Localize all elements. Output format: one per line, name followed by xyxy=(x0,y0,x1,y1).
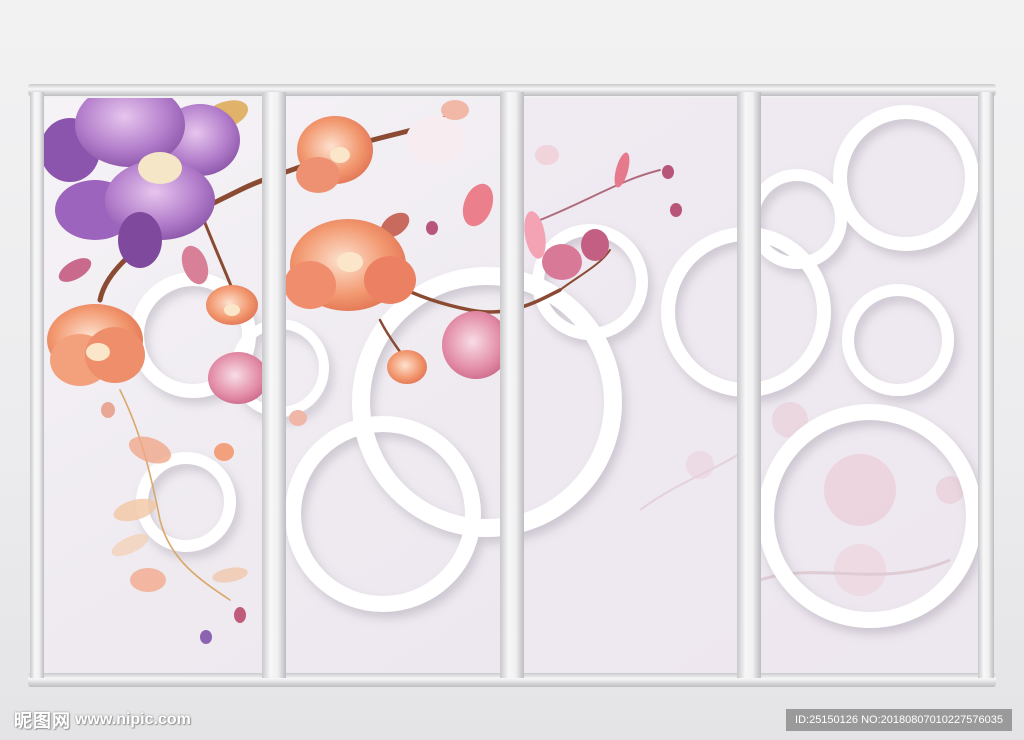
watermark-site-name: 昵图网 xyxy=(14,711,71,732)
watermark-image-id: ID:25150126 NO:20180807010227576035 xyxy=(786,709,1012,731)
watermark-site-url: www.nipic.com xyxy=(75,711,191,728)
watermark-logo: 昵图网 www.nipic.com xyxy=(14,708,191,732)
mural-scene xyxy=(28,84,996,687)
